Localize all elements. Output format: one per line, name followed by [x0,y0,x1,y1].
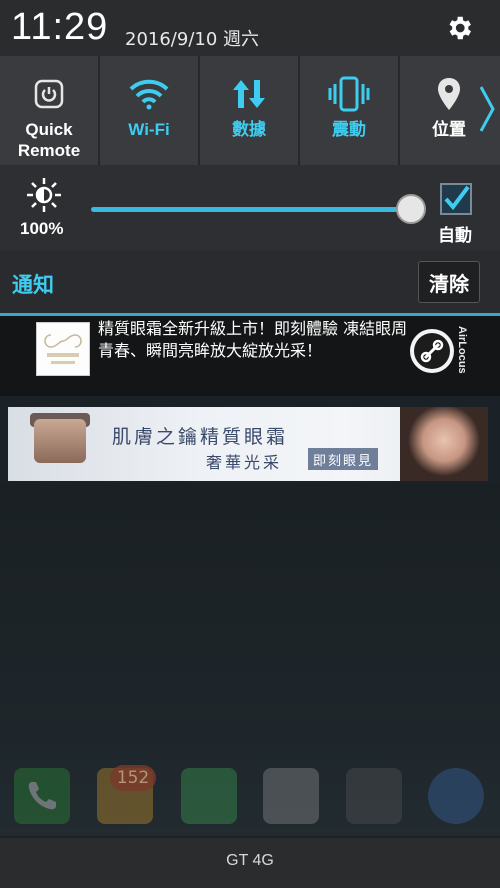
tile-label: 震動 [332,120,366,139]
notification-text: 精質眼霜全新升級上市！即刻體驗 凍結眼周青春、瞬間亮眸放大綻放光采！ [98,319,408,360]
messages-unread-badge: 152 [110,765,156,791]
brightness-slider-track[interactable] [91,207,411,212]
tile-vibrate[interactable]: 震動 [300,56,400,165]
tile-label: Wi-Fi [128,120,170,139]
power-icon [0,76,98,112]
brightness-sun-icon [27,178,61,212]
brightness-percent: 100% [20,219,64,238]
eye-cream-jar-image [34,419,86,463]
checkmark-icon [444,185,470,211]
tile-label: Quick Remote [17,120,81,160]
app-dock [0,768,500,830]
tile-quick-remote[interactable]: Quick Remote [0,56,100,165]
auto-brightness-checkbox[interactable] [440,183,472,215]
quick-settings-row: Quick Remote Wi-Fi 數據 震動 位置 [0,56,500,165]
brightness-slider-thumb[interactable] [396,194,426,224]
airlocus-app-icon[interactable] [410,329,454,373]
clear-button[interactable]: 清除 [418,261,480,303]
banner-ad[interactable]: 肌膚之鑰精質眼霜 奢華光采 即刻眼見 [8,407,488,481]
calculator-app-icon[interactable] [263,768,319,824]
brightness-panel: 100% 自動 [0,165,500,251]
settings-gear-icon[interactable] [444,13,474,43]
notifications-title: 通知 [12,273,54,297]
notification-app-logo [36,322,90,376]
data-arrows-icon [200,76,298,112]
wifi-icon [100,76,198,112]
notifications-header: 通知 清除 [0,251,500,316]
apps-grid-icon[interactable] [346,768,402,824]
ad-subheadline: 奢華光采 [206,453,283,472]
carrier-label: GT 4G [226,852,274,869]
browser-globe-icon[interactable] [428,768,484,824]
status-bar: 11:29 2016/9/10 週六 [0,0,500,56]
airlocus-brand-label: AirLocus [456,326,468,374]
bottom-bar: GT 4G [0,838,500,888]
tile-wifi[interactable]: Wi-Fi [100,56,200,165]
phone-app-icon[interactable] [14,768,70,824]
ad-cta-button[interactable]: 即刻眼見 [308,448,378,470]
notification-item[interactable]: 精質眼霜全新升級上市！即刻體驗 凍結眼周青春、瞬間亮眸放大綻放光采！ AirLo… [0,316,500,396]
tile-label: 數據 [232,120,266,139]
ad-model-photo [400,407,488,481]
ad-headline: 肌膚之鑰精質眼霜 [112,426,289,448]
status-clock: 11:29 [11,6,109,48]
chevron-right-icon[interactable] [478,84,496,134]
tile-data[interactable]: 數據 [200,56,300,165]
maps-app-icon[interactable] [181,768,237,824]
vibrate-icon [300,76,398,112]
auto-brightness-label: 自動 [438,226,472,246]
status-date: 2016/9/10 週六 [125,29,260,50]
